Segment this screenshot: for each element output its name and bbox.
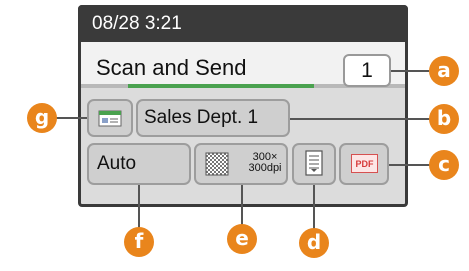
callout-marker-d: d bbox=[299, 228, 329, 258]
color-mode-button[interactable]: Auto bbox=[87, 143, 191, 185]
callout-line-e bbox=[241, 185, 243, 225]
resolution-label: 300× 300dpi bbox=[246, 152, 284, 174]
callout-line-d bbox=[313, 185, 315, 229]
callout-line-f bbox=[138, 185, 140, 228]
callout-marker-e: e bbox=[227, 224, 257, 254]
callout-marker-c: c bbox=[429, 150, 459, 180]
destination-name: Sales Dept. 1 bbox=[144, 107, 259, 128]
destination-type-button[interactable] bbox=[87, 99, 133, 137]
callout-line-a bbox=[391, 70, 429, 72]
address-book-icon bbox=[98, 110, 122, 127]
color-mode-label: Auto bbox=[97, 153, 137, 174]
callout-line-b bbox=[290, 118, 431, 120]
callout-line-c bbox=[389, 164, 431, 166]
file-format-button[interactable]: PDF bbox=[339, 143, 389, 185]
date-time: 08/28 3:21 bbox=[92, 13, 182, 34]
status-bar: 08/28 3:21 bbox=[78, 5, 408, 42]
resolution-button[interactable]: 300× 300dpi bbox=[194, 143, 288, 185]
callout-marker-f: f bbox=[124, 227, 154, 257]
document-orientation-icon bbox=[305, 150, 323, 176]
original-type-button[interactable] bbox=[292, 143, 336, 185]
callout-marker-b: b bbox=[429, 104, 459, 134]
callout-marker-a: a bbox=[429, 56, 459, 86]
callout-marker-g: g bbox=[27, 103, 57, 133]
resolution-line-2: 300dpi bbox=[248, 162, 282, 174]
resolution-icon bbox=[205, 152, 229, 176]
mode-label: Scan and Send bbox=[96, 55, 247, 80]
destination-button[interactable]: Sales Dept. 1 bbox=[136, 99, 290, 137]
callout-line-g bbox=[56, 117, 87, 119]
progress-bar bbox=[128, 84, 314, 88]
copies-count: 1 bbox=[343, 54, 391, 87]
pdf-file-icon: PDF bbox=[351, 154, 378, 173]
